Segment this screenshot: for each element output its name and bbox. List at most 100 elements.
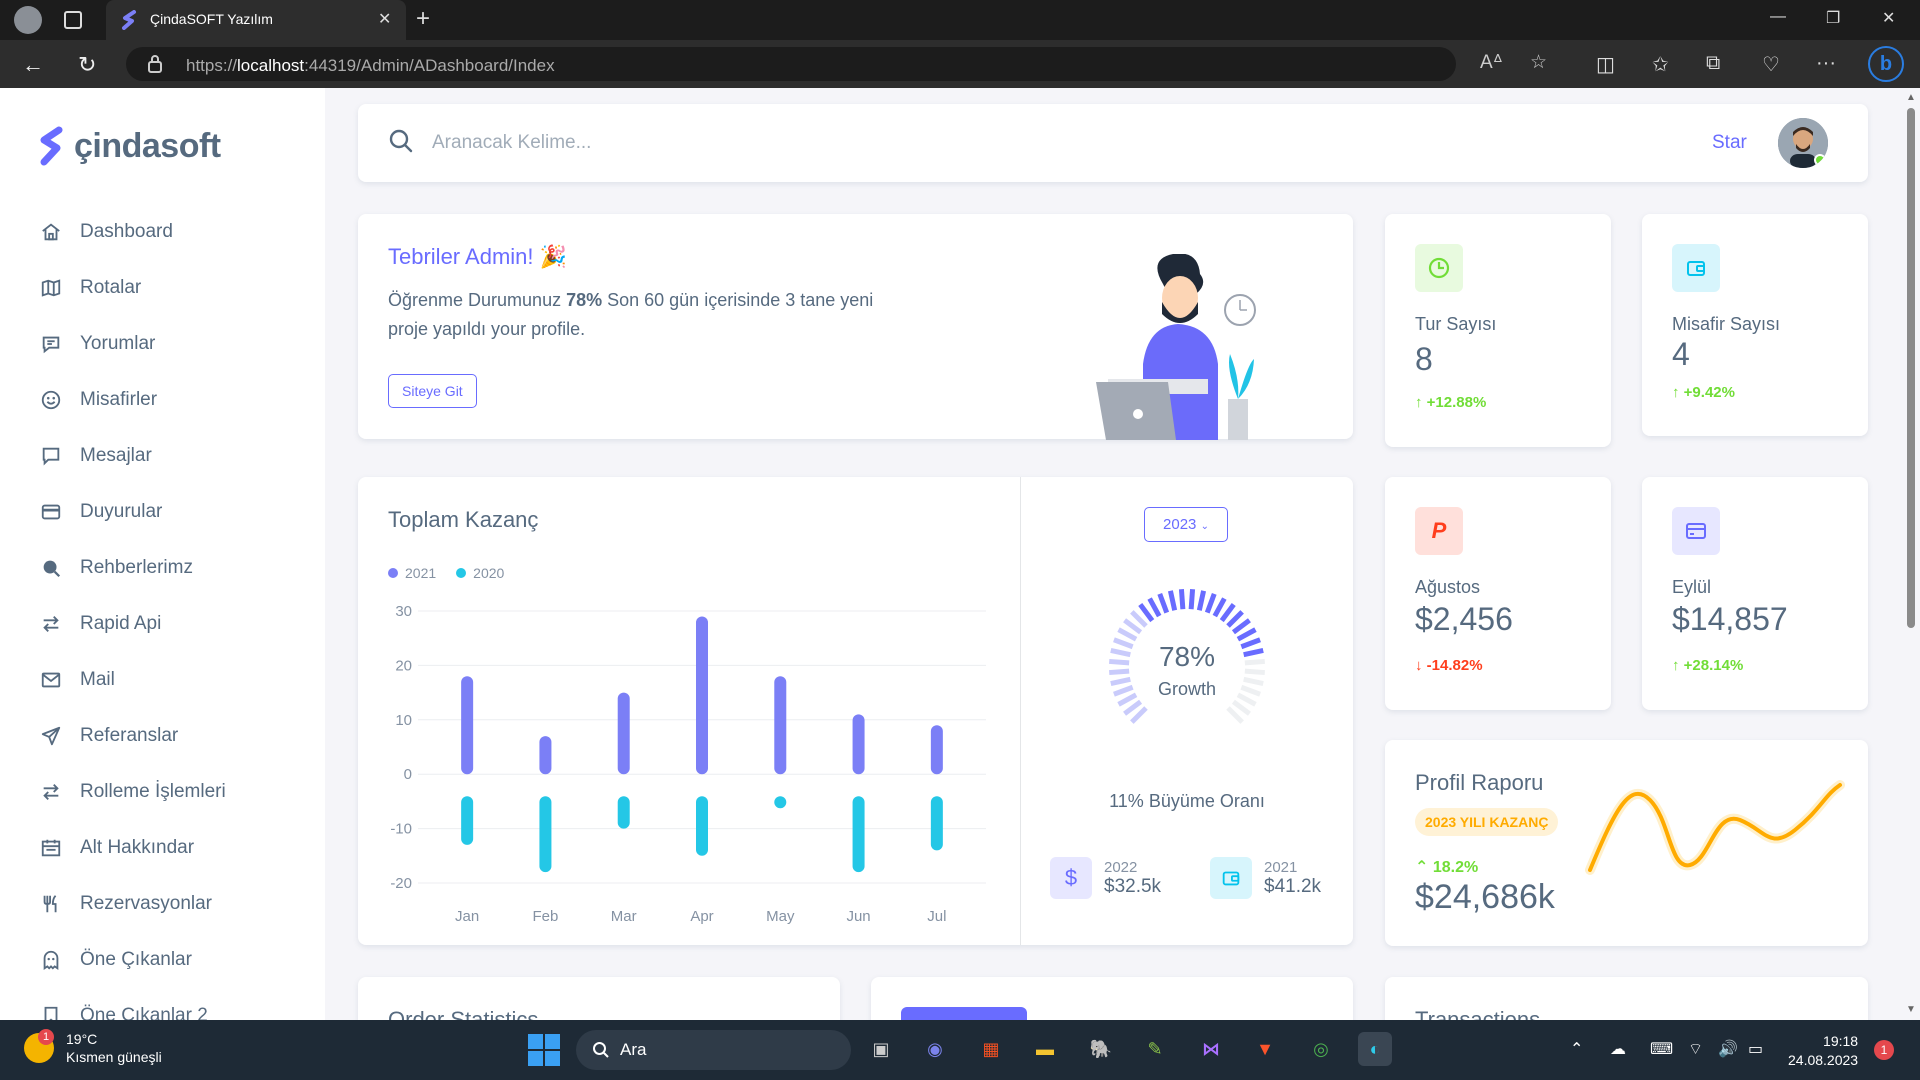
tab-close-icon[interactable]: ✕: [378, 9, 391, 29]
send-icon: [40, 725, 62, 747]
sidebar-item-dashboard[interactable]: Dashboard: [40, 204, 226, 260]
sidebar-item-öne-çıkanlar-2[interactable]: Öne Çıkanlar 2: [40, 988, 226, 1020]
favorite-star-icon[interactable]: ☆: [1530, 51, 1547, 74]
onedrive-icon[interactable]: ☁: [1610, 1039, 1626, 1059]
start-button[interactable]: [528, 1034, 560, 1066]
year-dropdown-button[interactable]: 2023 ⌄: [1144, 507, 1228, 542]
new-tab-icon[interactable]: +: [416, 5, 430, 33]
windows-taskbar: 1 19°C Kısmen güneşli Ara ▣ ◉ ▦ ▬ 🐘 ✎ ⋈ ▼…: [0, 1020, 1920, 1080]
edge-icon[interactable]: ◐: [1358, 1032, 1392, 1066]
scroll-thumb[interactable]: [1907, 108, 1915, 628]
refresh-icon[interactable]: ↻: [78, 52, 96, 78]
url-field[interactable]: https://localhost:44319/Admin/ADashboard…: [126, 47, 1456, 81]
tab-actions-icon[interactable]: [64, 11, 82, 29]
bar-2020-feb[interactable]: [539, 796, 552, 873]
bar-2021-may[interactable]: [774, 676, 787, 775]
notification-badge[interactable]: 1: [1874, 1040, 1894, 1060]
cindasoft-favicon-icon: [122, 10, 136, 30]
store-icon[interactable]: ▦: [974, 1032, 1008, 1066]
search-input[interactable]: Aranacak Kelime...: [432, 132, 591, 154]
browser-tab[interactable]: ÇindaSOFT Yazılım ✕: [106, 0, 406, 40]
wallet-icon: [1210, 857, 1252, 899]
guest-count-label: Misafir Sayısı: [1672, 314, 1781, 334]
sidebar-item-rotalar[interactable]: Rotalar: [40, 260, 226, 316]
tour-count-value: 8: [1415, 341, 1433, 377]
back-icon[interactable]: ←: [22, 52, 44, 78]
keyboard-icon[interactable]: ⌨: [1650, 1039, 1673, 1059]
page-scrollbar[interactable]: ▲ ▼: [1902, 88, 1920, 1020]
bar-2021-jul[interactable]: [930, 725, 943, 775]
clock[interactable]: 19:18 24.08.2023: [1788, 1032, 1858, 1070]
visual-studio-icon[interactable]: ⋈: [1194, 1032, 1228, 1066]
postgresql-icon[interactable]: 🐘: [1084, 1032, 1118, 1066]
september-change: ↑ +28.14%: [1672, 657, 1744, 674]
browser-profile-avatar[interactable]: [14, 6, 42, 34]
sidebar-item-yorumlar[interactable]: Yorumlar: [40, 316, 226, 372]
sidebar-item-öne-çıkanlar[interactable]: Öne Çıkanlar: [40, 932, 226, 988]
growth-label: Growth: [1157, 679, 1217, 699]
y-tick-label: 20: [395, 657, 412, 674]
sidebar-item-duyurular[interactable]: Duyurular: [40, 484, 226, 540]
performance-icon[interactable]: ♡: [1762, 52, 1780, 77]
scroll-down-icon[interactable]: ▼: [1906, 1004, 1916, 1015]
revenue-2022-value: $32.5k: [1104, 875, 1162, 897]
bar-2020-jun[interactable]: [852, 796, 865, 873]
minimize-icon[interactable]: —: [1770, 8, 1786, 26]
profile-report-card: Profil Raporu 2023 YILI KAZANÇ ⌃ 18.2% $…: [1385, 740, 1868, 946]
sidebar-item-rehberlerimz[interactable]: Rehberlerimz: [40, 540, 226, 596]
bar-2021-feb[interactable]: [539, 736, 552, 775]
sidebar-item-alt-hakkındar[interactable]: Alt Hakkındar: [40, 820, 226, 876]
bar-2020-may[interactable]: [774, 796, 787, 809]
sidebar-item-rolleme-i-şlemleri[interactable]: Rolleme İşlemleri: [40, 764, 226, 820]
calendar-icon: [40, 837, 62, 859]
taskbar-search[interactable]: Ara: [576, 1030, 851, 1070]
star-link[interactable]: Star: [1712, 132, 1747, 154]
guest-count-card: Misafir Sayısı 4 ↑ +9.42%: [1642, 214, 1868, 436]
bar-2020-jul[interactable]: [930, 796, 943, 851]
bar-2020-apr[interactable]: [696, 796, 708, 856]
task-view-icon[interactable]: ▣: [864, 1032, 898, 1066]
window-close-icon[interactable]: ✕: [1882, 8, 1895, 28]
brand-logo[interactable]: çindasoft: [38, 126, 221, 166]
split-screen-icon[interactable]: ◫: [1596, 52, 1615, 77]
copilot-icon[interactable]: b: [1868, 46, 1904, 82]
gauge-tick: [1226, 610, 1244, 628]
bar-2020-jan[interactable]: [461, 796, 474, 845]
message-icon: [40, 445, 62, 467]
read-aloud-icon[interactable]: Aᐞ: [1480, 51, 1503, 74]
favorites-icon[interactable]: ✩: [1652, 52, 1669, 77]
bar-2021-jan[interactable]: [461, 676, 474, 775]
sidebar-item-rezervasyonlar[interactable]: Rezervasyonlar: [40, 876, 226, 932]
y-tick-label: -10: [390, 821, 412, 838]
visit-site-button[interactable]: Siteye Git: [388, 374, 477, 408]
bar-2021-jun[interactable]: [852, 714, 865, 775]
sidebar-item-referanslar[interactable]: Referanslar: [40, 708, 226, 764]
tool-app-icon[interactable]: ✎: [1138, 1032, 1172, 1066]
file-explorer-icon[interactable]: ▬: [1028, 1032, 1062, 1066]
battery-icon[interactable]: ▭: [1748, 1039, 1763, 1059]
sidebar-item-mesajlar[interactable]: Mesajlar: [40, 428, 226, 484]
bar-2021-mar[interactable]: [617, 692, 630, 775]
weather-widget[interactable]: 1 19°C Kısmen güneşli: [24, 1029, 162, 1066]
x-tick-label: Apr: [690, 908, 713, 925]
restore-icon[interactable]: ❐: [1826, 8, 1840, 28]
bar-2020-mar[interactable]: [617, 796, 630, 829]
volume-icon[interactable]: 🔊: [1718, 1039, 1738, 1059]
wifi-icon[interactable]: ⌔: [1688, 1039, 1703, 1059]
gauge-tick: [1212, 597, 1227, 618]
gauge-tick: [1123, 618, 1143, 635]
more-options-icon[interactable]: ···: [1816, 52, 1836, 75]
profile-trend-line: [1585, 780, 1845, 875]
smile-icon: [40, 389, 62, 411]
user-avatar[interactable]: [1778, 118, 1828, 168]
brave-browser-icon[interactable]: ▼: [1248, 1032, 1282, 1066]
sidebar-item-rapid-api[interactable]: Rapid Api: [40, 596, 226, 652]
teams-chat-icon[interactable]: ◉: [918, 1032, 952, 1066]
scroll-up-icon[interactable]: ▲: [1906, 92, 1916, 103]
sidebar-item-misafirler[interactable]: Misafirler: [40, 372, 226, 428]
chrome-icon[interactable]: ◎: [1304, 1032, 1338, 1066]
collections-icon[interactable]: ⧉: [1706, 52, 1720, 75]
show-hidden-icons[interactable]: ⌃: [1570, 1039, 1583, 1059]
bar-2021-apr[interactable]: [696, 616, 708, 775]
sidebar-item-mail[interactable]: Mail: [40, 652, 226, 708]
